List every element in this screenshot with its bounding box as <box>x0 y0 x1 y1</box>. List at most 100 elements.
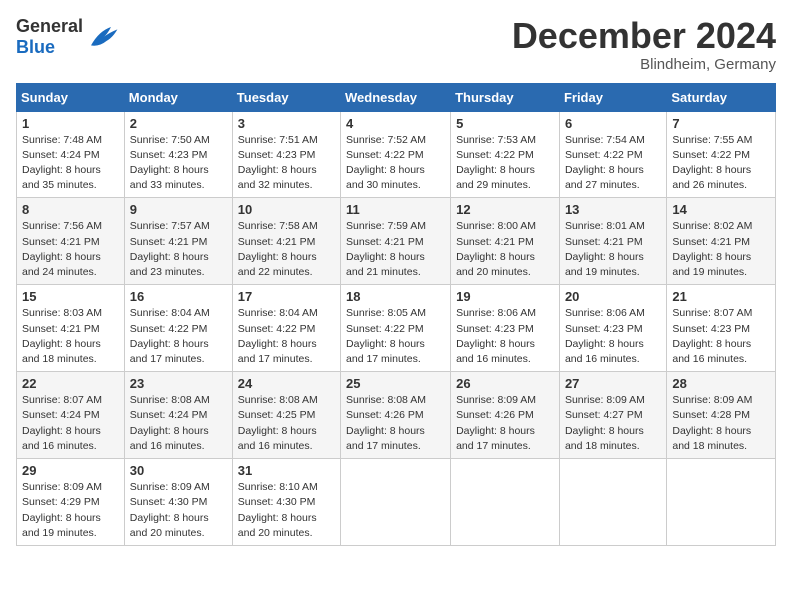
day-number: 12 <box>456 202 554 217</box>
day-number: 3 <box>238 116 335 131</box>
day-number: 26 <box>456 376 554 391</box>
day-info: Sunrise: 7:56 AM Sunset: 4:21 PM Dayligh… <box>22 219 119 280</box>
day-info: Sunrise: 7:52 AM Sunset: 4:22 PM Dayligh… <box>346 133 445 194</box>
calendar-cell: 6 Sunrise: 7:54 AM Sunset: 4:22 PM Daylig… <box>559 111 666 198</box>
calendar-cell: 20 Sunrise: 8:06 AM Sunset: 4:23 PM Dayli… <box>559 285 666 372</box>
calendar-cell: 4Sunrise: 7:52 AM Sunset: 4:22 PM Daylig… <box>341 111 451 198</box>
calendar-cell: 14 Sunrise: 8:02 AM Sunset: 4:21 PM Dayli… <box>667 198 776 285</box>
weekday-header-sunday: Sunday <box>17 83 125 111</box>
day-number: 5 <box>456 116 554 131</box>
logo-general-text: General <box>16 16 83 36</box>
weekday-header-wednesday: Wednesday <box>341 83 451 111</box>
day-info: Sunrise: 7:55 AM Sunset: 4:22 PM Dayligh… <box>672 133 770 194</box>
day-info: Sunrise: 8:07 AM Sunset: 4:24 PM Dayligh… <box>22 393 119 454</box>
day-info: Sunrise: 7:51 AM Sunset: 4:23 PM Dayligh… <box>238 133 335 194</box>
day-info: Sunrise: 8:09 AM Sunset: 4:26 PM Dayligh… <box>456 393 554 454</box>
day-number: 2 <box>130 116 227 131</box>
day-info: Sunrise: 7:57 AM Sunset: 4:21 PM Dayligh… <box>130 219 227 280</box>
day-number: 22 <box>22 376 119 391</box>
calendar-cell: 9 Sunrise: 7:57 AM Sunset: 4:21 PM Daylig… <box>124 198 232 285</box>
calendar-cell: 27 Sunrise: 8:09 AM Sunset: 4:27 PM Dayli… <box>559 372 666 459</box>
calendar-cell: 26 Sunrise: 8:09 AM Sunset: 4:26 PM Dayli… <box>451 372 560 459</box>
calendar-cell: 21Sunrise: 8:07 AM Sunset: 4:23 PM Dayli… <box>667 285 776 372</box>
day-number: 20 <box>565 289 661 304</box>
calendar-cell: 11 Sunrise: 7:59 AM Sunset: 4:21 PM Dayli… <box>341 198 451 285</box>
calendar-cell: 10 Sunrise: 7:58 AM Sunset: 4:21 PM Dayli… <box>232 198 340 285</box>
day-info: Sunrise: 7:53 AM Sunset: 4:22 PM Dayligh… <box>456 133 554 194</box>
day-number: 28 <box>672 376 770 391</box>
day-info: Sunrise: 8:04 AM Sunset: 4:22 PM Dayligh… <box>130 306 227 367</box>
day-info: Sunrise: 8:08 AM Sunset: 4:25 PM Dayligh… <box>238 393 335 454</box>
location-subtitle: Blindheim, Germany <box>512 56 776 73</box>
day-number: 24 <box>238 376 335 391</box>
day-number: 10 <box>238 202 335 217</box>
calendar-cell: 1 Sunrise: 7:48 AM Sunset: 4:24 PM Daylig… <box>17 111 125 198</box>
calendar-cell: 16Sunrise: 8:04 AM Sunset: 4:22 PM Dayli… <box>124 285 232 372</box>
calendar-cell: 31 Sunrise: 8:10 AM Sunset: 4:30 PM Dayli… <box>232 459 340 546</box>
calendar-cell <box>559 459 666 546</box>
calendar-week-row: 1 Sunrise: 7:48 AM Sunset: 4:24 PM Daylig… <box>17 111 776 198</box>
day-number: 7 <box>672 116 770 131</box>
day-info: Sunrise: 8:09 AM Sunset: 4:29 PM Dayligh… <box>22 480 119 541</box>
day-number: 21 <box>672 289 770 304</box>
day-number: 23 <box>130 376 227 391</box>
calendar-cell: 28Sunrise: 8:09 AM Sunset: 4:28 PM Dayli… <box>667 372 776 459</box>
day-info: Sunrise: 8:03 AM Sunset: 4:21 PM Dayligh… <box>22 306 119 367</box>
page-header: General Blue December 2024 Blindheim, Ge… <box>16 16 776 73</box>
day-number: 27 <box>565 376 661 391</box>
day-number: 31 <box>238 463 335 478</box>
day-info: Sunrise: 7:58 AM Sunset: 4:21 PM Dayligh… <box>238 219 335 280</box>
calendar-cell: 8 Sunrise: 7:56 AM Sunset: 4:21 PM Daylig… <box>17 198 125 285</box>
calendar-cell: 29 Sunrise: 8:09 AM Sunset: 4:29 PM Dayli… <box>17 459 125 546</box>
day-info: Sunrise: 8:01 AM Sunset: 4:21 PM Dayligh… <box>565 219 661 280</box>
calendar-cell: 13 Sunrise: 8:01 AM Sunset: 4:21 PM Dayli… <box>559 198 666 285</box>
day-info: Sunrise: 8:10 AM Sunset: 4:30 PM Dayligh… <box>238 480 335 541</box>
logo-blue-text: Blue <box>16 37 55 57</box>
weekday-header-friday: Friday <box>559 83 666 111</box>
title-block: December 2024 Blindheim, Germany <box>512 16 776 73</box>
calendar-cell: 19Sunrise: 8:06 AM Sunset: 4:23 PM Dayli… <box>451 285 560 372</box>
day-number: 11 <box>346 202 445 217</box>
day-number: 1 <box>22 116 119 131</box>
weekday-header-row: SundayMondayTuesdayWednesdayThursdayFrid… <box>17 83 776 111</box>
day-info: Sunrise: 8:08 AM Sunset: 4:24 PM Dayligh… <box>130 393 227 454</box>
day-number: 19 <box>456 289 554 304</box>
weekday-header-tuesday: Tuesday <box>232 83 340 111</box>
calendar-table: SundayMondayTuesdayWednesdayThursdayFrid… <box>16 83 776 546</box>
calendar-cell <box>341 459 451 546</box>
day-number: 18 <box>346 289 445 304</box>
day-info: Sunrise: 8:02 AM Sunset: 4:21 PM Dayligh… <box>672 219 770 280</box>
day-number: 8 <box>22 202 119 217</box>
day-number: 6 <box>565 116 661 131</box>
calendar-cell: 15 Sunrise: 8:03 AM Sunset: 4:21 PM Dayli… <box>17 285 125 372</box>
day-info: Sunrise: 8:09 AM Sunset: 4:27 PM Dayligh… <box>565 393 661 454</box>
weekday-header-monday: Monday <box>124 83 232 111</box>
day-number: 9 <box>130 202 227 217</box>
day-number: 15 <box>22 289 119 304</box>
day-number: 29 <box>22 463 119 478</box>
day-info: Sunrise: 8:05 AM Sunset: 4:22 PM Dayligh… <box>346 306 445 367</box>
day-info: Sunrise: 7:59 AM Sunset: 4:21 PM Dayligh… <box>346 219 445 280</box>
day-number: 13 <box>565 202 661 217</box>
day-info: Sunrise: 8:00 AM Sunset: 4:21 PM Dayligh… <box>456 219 554 280</box>
calendar-cell: 12 Sunrise: 8:00 AM Sunset: 4:21 PM Dayli… <box>451 198 560 285</box>
day-number: 25 <box>346 376 445 391</box>
calendar-cell: 30 Sunrise: 8:09 AM Sunset: 4:30 PM Dayli… <box>124 459 232 546</box>
day-info: Sunrise: 8:06 AM Sunset: 4:23 PM Dayligh… <box>565 306 661 367</box>
logo: General Blue <box>16 16 119 58</box>
day-info: Sunrise: 8:08 AM Sunset: 4:26 PM Dayligh… <box>346 393 445 454</box>
calendar-cell: 23 Sunrise: 8:08 AM Sunset: 4:24 PM Dayli… <box>124 372 232 459</box>
day-info: Sunrise: 7:54 AM Sunset: 4:22 PM Dayligh… <box>565 133 661 194</box>
day-info: Sunrise: 7:48 AM Sunset: 4:24 PM Dayligh… <box>22 133 119 194</box>
calendar-week-row: 29 Sunrise: 8:09 AM Sunset: 4:29 PM Dayli… <box>17 459 776 546</box>
logo-bird-icon <box>87 23 119 51</box>
calendar-cell: 18 Sunrise: 8:05 AM Sunset: 4:22 PM Dayli… <box>341 285 451 372</box>
day-info: Sunrise: 7:50 AM Sunset: 4:23 PM Dayligh… <box>130 133 227 194</box>
day-number: 14 <box>672 202 770 217</box>
calendar-cell <box>451 459 560 546</box>
day-number: 30 <box>130 463 227 478</box>
calendar-cell: 7 Sunrise: 7:55 AM Sunset: 4:22 PM Daylig… <box>667 111 776 198</box>
day-info: Sunrise: 8:09 AM Sunset: 4:30 PM Dayligh… <box>130 480 227 541</box>
calendar-week-row: 15 Sunrise: 8:03 AM Sunset: 4:21 PM Dayli… <box>17 285 776 372</box>
calendar-cell: 2 Sunrise: 7:50 AM Sunset: 4:23 PM Daylig… <box>124 111 232 198</box>
